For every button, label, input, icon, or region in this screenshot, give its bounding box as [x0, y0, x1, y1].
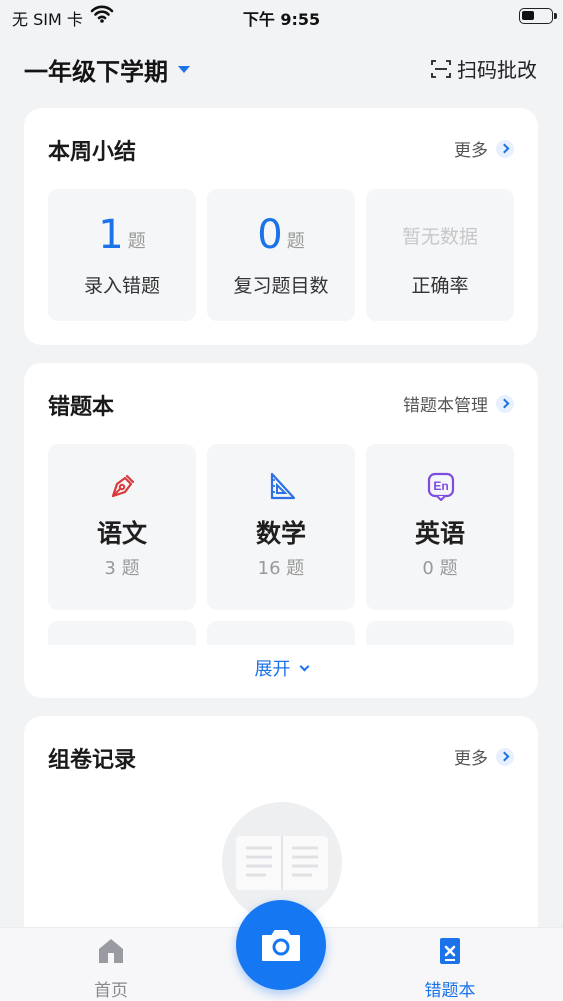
pen-nib-icon	[111, 474, 135, 498]
chevron-right-icon	[496, 394, 514, 413]
battery-icon	[519, 8, 557, 24]
caret-down-icon	[178, 66, 190, 73]
wrong-book-manage-link[interactable]: 错题本管理	[403, 391, 514, 416]
chevron-right-icon	[496, 139, 514, 158]
tab-home-label: 首页	[94, 981, 128, 1001]
paper-records-more-link[interactable]: 更多	[454, 744, 514, 769]
wrong-book-icon	[440, 938, 460, 964]
stat-value: 1	[98, 212, 124, 258]
stat-tile-accuracy: 暂无数据 正确率	[366, 189, 514, 321]
manage-label: 错题本管理	[403, 396, 488, 416]
tab-wrong-book[interactable]: 错题本	[390, 936, 510, 1001]
scan-grade-label: 扫码批改	[457, 58, 537, 82]
stat-label: 录入错题	[83, 275, 160, 297]
home-icon	[99, 939, 123, 963]
svg-text:En: En	[433, 479, 448, 493]
weekly-summary-card: 本周小结 更多 1 题 录入错题 0 题 复习题目数 暂无数据 正确率	[24, 108, 538, 345]
camera-icon	[262, 930, 300, 961]
english-icon: En	[427, 472, 455, 501]
wrong-book-card: 错题本 错题本管理 语文 3 题 数学 16 题 En 英语 0 题 展开	[24, 363, 538, 698]
subject-tile-math[interactable]: 数学 16 题	[207, 444, 355, 610]
tab-wrong-book-label: 错题本	[424, 981, 476, 1001]
subject-tile-collapsed	[207, 621, 355, 645]
stat-unit: 题	[127, 231, 146, 252]
subject-name: 数学	[255, 519, 306, 548]
camera-button[interactable]	[236, 900, 326, 990]
weekly-summary-title: 本周小结	[48, 140, 137, 165]
more-label: 更多	[454, 749, 488, 769]
subject-count: 16 题	[257, 558, 305, 579]
stat-label: 复习题目数	[233, 275, 329, 297]
subject-tile-collapsed	[48, 621, 196, 645]
more-label: 更多	[454, 141, 488, 161]
semester-selector[interactable]: 一年级下学期	[24, 52, 190, 87]
stat-tile-reviewed-questions: 0 题 复习题目数	[207, 189, 355, 321]
stat-value: 0	[257, 212, 283, 258]
stat-unit: 题	[286, 231, 305, 252]
scan-icon	[431, 59, 451, 78]
semester-label: 一年级下学期	[24, 58, 168, 86]
subject-count: 0 题	[422, 558, 458, 579]
weekly-summary-more-link[interactable]: 更多	[454, 136, 514, 161]
subject-tile-english[interactable]: En 英语 0 题	[366, 444, 514, 610]
scan-grade-button[interactable]: 扫码批改	[431, 54, 537, 83]
subject-name: 语文	[96, 519, 147, 548]
clock: 下午 9:55	[242, 10, 321, 29]
chevron-down-icon	[299, 661, 309, 671]
stat-label: 正确率	[411, 275, 469, 297]
subject-count: 3 题	[104, 558, 140, 579]
expand-button[interactable]: 展开	[24, 655, 538, 681]
page-header: 一年级下学期 扫码批改	[0, 40, 563, 96]
stat-tile-entered-mistakes: 1 题 录入错题	[48, 189, 196, 321]
subject-name: 英语	[414, 519, 465, 548]
subject-tile-collapsed	[366, 621, 514, 645]
wrong-book-title: 错题本	[48, 395, 115, 420]
set-square-icon	[270, 472, 296, 500]
chevron-right-icon	[496, 747, 514, 766]
stat-empty-text: 暂无数据	[401, 226, 478, 248]
status-bar: 无 SIM 卡 下午 9:55	[0, 0, 563, 34]
tab-home[interactable]: 首页	[51, 936, 171, 1001]
subject-tile-chinese[interactable]: 语文 3 题	[48, 444, 196, 610]
expand-label: 展开	[254, 659, 291, 680]
paper-records-title: 组卷记录	[48, 748, 137, 773]
